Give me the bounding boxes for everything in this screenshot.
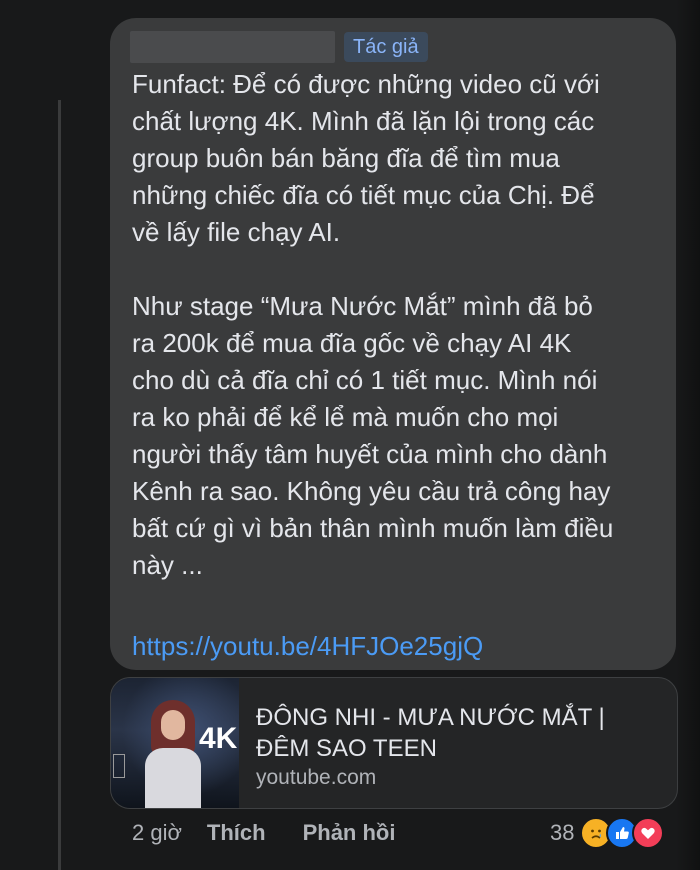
reaction-count: 38 [550, 820, 575, 845]
link-preview-card[interactable]: 4K ĐÔNG NHI - MƯA NƯỚC MẮT | ĐÊM SAO TEE… [110, 677, 678, 809]
singer-face-shape [161, 710, 185, 740]
thread-connector-line [58, 100, 61, 870]
comment-text: Funfact: Để có được những video cũ với c… [132, 69, 614, 580]
link-card-title[interactable]: ĐÔNG NHI - MƯA NƯỚC MẮT | ĐÊM SAO TEEN [256, 702, 666, 764]
author-badge: Tác giả [344, 32, 428, 62]
reply-button[interactable]: Phản hồi [303, 820, 396, 846]
comment-author-row: Tác giả [130, 30, 428, 64]
comment-timestamp[interactable]: 2 giờ [132, 820, 182, 846]
right-edge-shadow [676, 0, 700, 870]
singer-body-shape [145, 748, 201, 808]
comment-action-row: 2 giờ Thích Phản hồi [132, 818, 395, 848]
reaction-summary[interactable]: 38 [550, 816, 665, 850]
love-icon [632, 817, 665, 849]
comment-thread: Tác giả Funfact: Để có được những video … [0, 0, 700, 870]
thumbnail-4k-label: 4K [199, 722, 238, 755]
redacted-author-name[interactable] [130, 31, 335, 63]
comment-youtube-link[interactable]: https://youtu.be/4HFJOe25gjQ [132, 628, 483, 665]
like-button[interactable]: Thích [207, 820, 266, 846]
link-card-domain: youtube.com [256, 766, 377, 789]
thumbnail-side-logo [113, 754, 125, 778]
video-thumbnail[interactable]: 4K [111, 678, 239, 808]
